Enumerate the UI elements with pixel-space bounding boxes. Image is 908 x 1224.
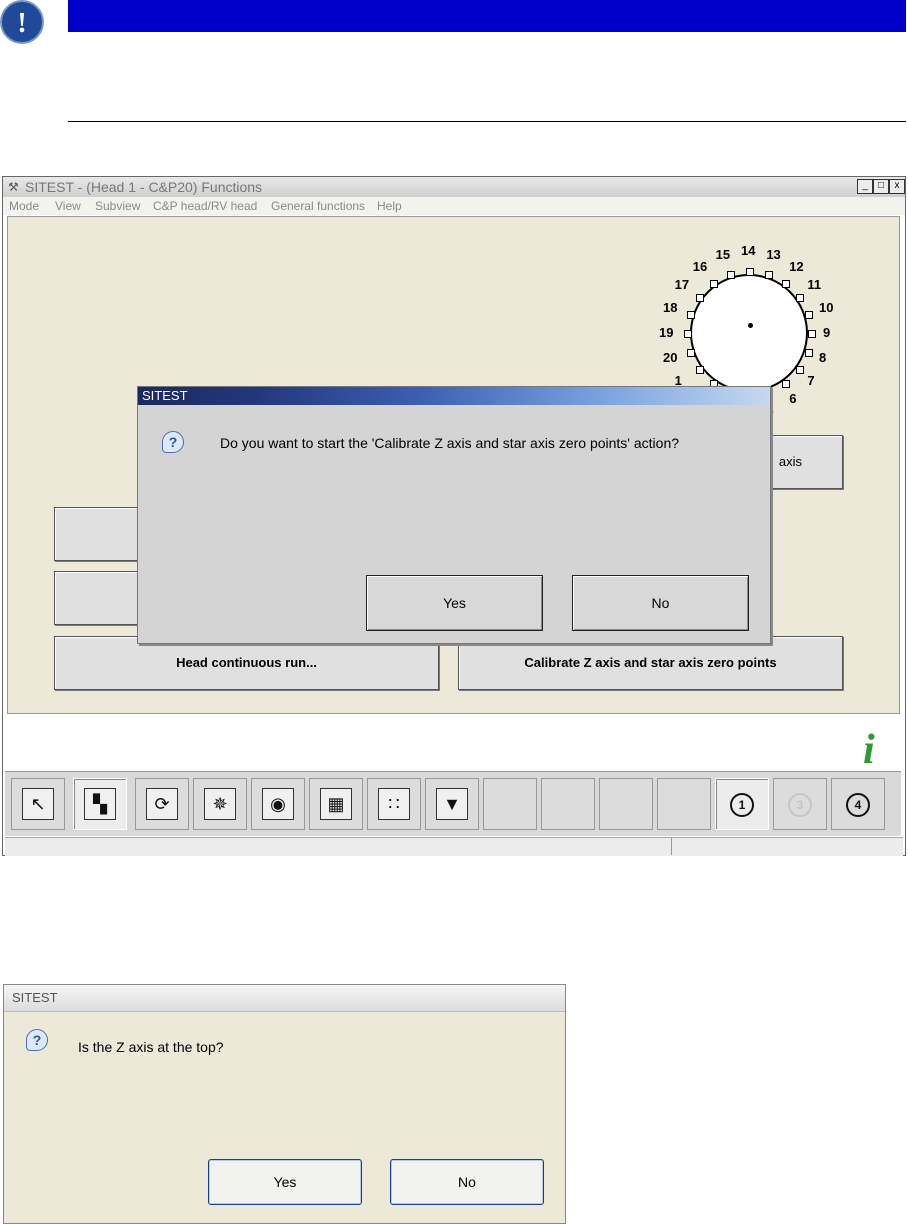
dial-number-8: 8 <box>818 350 827 366</box>
toolbar-button-empty-1[interactable] <box>483 778 537 830</box>
dial-number-17: 17 <box>674 276 690 292</box>
no-button[interactable]: No <box>390 1159 544 1205</box>
info-icon[interactable]: i <box>861 729 891 771</box>
dial-tick <box>746 268 754 276</box>
yes-button[interactable]: Yes <box>208 1159 362 1205</box>
menu-cp-head[interactable]: C&P head/RV head <box>153 199 257 213</box>
menu-view[interactable]: View <box>55 199 81 213</box>
dial-number-6: 6 <box>789 391 797 407</box>
menu-mode[interactable]: Mode <box>9 199 39 213</box>
star-head-icon: ✵ <box>204 788 236 820</box>
question-icon: ? <box>162 431 184 453</box>
confirm-dialog: SITEST ? Do you want to start the 'Calib… <box>137 386 771 644</box>
rotate-icon: ⟳ <box>146 788 178 820</box>
notice-divider <box>68 121 906 122</box>
close-button[interactable]: x <box>889 179 905 194</box>
dial-tick <box>804 310 813 319</box>
toolbar-button-dispense[interactable]: ▼ <box>425 778 479 830</box>
star-axis-dial <box>690 274 808 392</box>
dial-number-11: 11 <box>807 276 822 292</box>
dial-number-19: 19 <box>659 325 674 340</box>
minimize-button[interactable]: _ <box>857 179 873 194</box>
window-title: SITEST - (Head 1 - C&P20) Functions <box>25 179 263 195</box>
grid-icon: ▦ <box>320 788 352 820</box>
dial-number-12: 12 <box>789 258 804 274</box>
dial-number-20: 20 <box>663 350 678 366</box>
toolbar-button-empty-4[interactable] <box>657 778 711 830</box>
exclamation-icon: ! <box>0 0 44 44</box>
dial-tick <box>687 310 696 319</box>
toolbar-button-rotate[interactable]: ⟳ <box>135 778 189 830</box>
status-bar-separator <box>671 837 672 855</box>
status-bar <box>5 837 903 856</box>
dialog-title-bar: SITEST <box>4 985 565 1012</box>
dial-tick <box>796 366 805 375</box>
nozzle-bank-icon: ∷ <box>378 788 410 820</box>
head-4-icon: 4 <box>842 788 874 820</box>
dial-number-18: 18 <box>663 299 678 315</box>
question-icon: ? <box>26 1029 48 1051</box>
head-3-selector[interactable]: 3 <box>773 778 827 830</box>
head-continuous-run-button[interactable]: Head continuous run... <box>54 636 439 690</box>
dial-tick <box>695 366 704 375</box>
dial-tick <box>782 279 791 288</box>
menu-subview[interactable]: Subview <box>95 199 140 213</box>
dial-tick <box>709 279 718 288</box>
button-label: axis <box>778 454 802 469</box>
pointer-arrow-icon: ↖ <box>22 788 54 820</box>
calibrate-zero-points-button[interactable]: Calibrate Z axis and star axis zero poin… <box>458 636 843 690</box>
yes-button[interactable]: Yes <box>366 575 543 631</box>
dial-tick <box>695 293 704 302</box>
dispense-icon: ▼ <box>436 788 468 820</box>
dial-tick <box>804 349 813 358</box>
dial-number-7: 7 <box>807 373 815 389</box>
dialog-message: Is the Z axis at the top? <box>78 1039 224 1055</box>
toolbar-button-grid[interactable]: ▦ <box>309 778 363 830</box>
dial-number-9: 9 <box>823 325 831 340</box>
title-bar: ⚒ SITEST - (Head 1 - C&P20) Functions _ … <box>3 177 905 197</box>
dial-tick <box>765 271 774 280</box>
no-button[interactable]: No <box>572 575 749 631</box>
dial-tick <box>687 349 696 358</box>
dial-tick <box>796 293 805 302</box>
toolbar-button-camera[interactable]: ◉ <box>251 778 305 830</box>
restore-button[interactable]: □ <box>873 179 889 194</box>
dial-number-15: 15 <box>715 247 731 262</box>
camera-icon: ◉ <box>262 788 294 820</box>
dial-number-10: 10 <box>818 299 834 315</box>
dial-tick <box>684 330 692 338</box>
dialog-title: SITEST <box>142 388 188 403</box>
dialog-title: SITEST <box>12 990 58 1005</box>
toolbar-button-pointer[interactable]: ↖ <box>11 778 65 830</box>
toolbar: ↖ ▚ ⟳ ✵ ◉ ▦ ∷ ▼ 1 3 4 <box>5 771 901 836</box>
head-3-icon: 3 <box>784 788 816 820</box>
menu-general-functions[interactable]: General functions <box>271 199 365 213</box>
dial-tick <box>808 330 816 338</box>
dial-tick <box>782 380 791 389</box>
dial-tick <box>726 271 735 280</box>
head-1-selector[interactable]: 1 <box>715 778 769 830</box>
toolbar-button-star-head[interactable]: ✵ <box>193 778 247 830</box>
dial-number-16: 16 <box>692 258 708 274</box>
toolbar-button-empty-2[interactable] <box>541 778 595 830</box>
dial-number-13: 13 <box>766 247 781 262</box>
layers-icon: ▚ <box>84 788 116 820</box>
menu-bar: Mode View Subview C&P head/RV head Gener… <box>3 197 905 215</box>
dialog-title-bar: SITEST <box>138 387 770 405</box>
question-dialog: SITEST ? Is the Z axis at the top? Yes N… <box>3 984 566 1224</box>
head-1-icon: 1 <box>726 788 758 820</box>
dial-number-14: 14 <box>741 243 756 258</box>
notice-header-bar <box>68 0 906 32</box>
head-4-selector[interactable]: 4 <box>831 778 885 830</box>
toolbar-button-layers[interactable]: ▚ <box>73 778 127 830</box>
toolbar-button-nozzle-bank[interactable]: ∷ <box>367 778 421 830</box>
dialog-message: Do you want to start the 'Calibrate Z ax… <box>220 435 680 451</box>
dial-center-dot <box>748 323 753 328</box>
menu-help[interactable]: Help <box>377 199 402 213</box>
app-logo-icon: ⚒ <box>8 180 19 194</box>
toolbar-button-empty-3[interactable] <box>599 778 653 830</box>
